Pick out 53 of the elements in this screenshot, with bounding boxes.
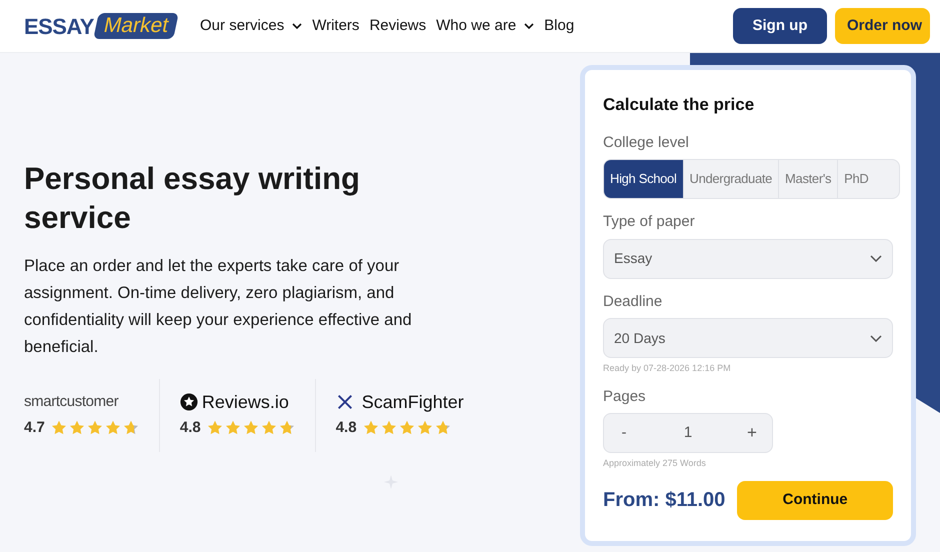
review-site-name: Reviews.io <box>202 390 289 414</box>
star-icon <box>434 420 451 436</box>
nav-link[interactable]: Who we are <box>436 14 516 38</box>
continue-button[interactable]: Continue <box>737 480 893 520</box>
star-icon <box>278 420 295 436</box>
field-label: Pages <box>603 386 647 406</box>
star-icon <box>380 420 397 436</box>
star-icon <box>242 420 259 436</box>
field-label: Type of paper <box>603 212 696 232</box>
review-site-name: ScamFighter <box>362 390 464 414</box>
nav-link[interactable]: Our services <box>200 14 284 38</box>
star-icon <box>206 420 223 436</box>
hero-title: Personal essay writing service <box>24 160 361 237</box>
select-field[interactable]: 20 Days <box>603 318 893 358</box>
price-text: From: $11.00 <box>603 488 726 513</box>
calculator-title: Calculate the price <box>603 94 756 116</box>
crossed-swords-icon <box>336 393 354 411</box>
star-icon <box>398 420 415 436</box>
star-badge-icon <box>180 393 198 411</box>
star-icon <box>50 420 67 436</box>
level-tab[interactable]: High School <box>604 160 683 198</box>
select-field[interactable]: Essay <box>603 238 893 278</box>
hint-text: Approximately 275 Words <box>603 457 707 470</box>
star-icon <box>260 420 277 436</box>
star-icon <box>122 420 139 436</box>
order-button[interactable]: Order now <box>835 8 930 44</box>
level-tab[interactable]: PhD <box>837 160 874 198</box>
rating-score: 4.8 <box>180 418 201 438</box>
star-icon <box>224 420 241 436</box>
pages-input[interactable]: 1 <box>644 422 732 444</box>
rating-score: 4.7 <box>24 418 45 438</box>
chevron-down-icon <box>870 334 882 342</box>
nav-link[interactable]: Writers <box>312 14 360 38</box>
star-icon <box>68 420 85 436</box>
level-tab[interactable]: Master's <box>778 160 838 198</box>
review-site-name: smartcustomer <box>24 392 118 412</box>
decrease-button[interactable]: - <box>604 414 644 452</box>
nav-link[interactable]: Blog <box>544 14 574 38</box>
chevron-down-icon <box>870 255 882 262</box>
nav-link[interactable]: Reviews <box>369 14 426 38</box>
field-label: College level <box>603 132 690 152</box>
star-icon <box>416 420 433 436</box>
star-icon <box>362 420 379 436</box>
field-label: Deadline <box>603 292 664 312</box>
rating-score: 4.8 <box>336 418 357 438</box>
star-icon <box>104 420 121 436</box>
level-tab[interactable]: Undergraduate <box>682 160 778 198</box>
signup-button[interactable]: Sign up <box>733 8 827 44</box>
star-icon <box>86 420 103 436</box>
logo[interactable]: ESSAY Market <box>24 10 176 42</box>
hint-text: Ready by 07-28-2026 12:16 PM <box>603 362 732 375</box>
increase-button[interactable]: + <box>732 414 772 452</box>
hero-description: Place an order and let the experts take care of your assignment. On-time delivery, zero plagiarism, and confidentiality will keep your experience effective and beneficial. <box>24 256 413 358</box>
